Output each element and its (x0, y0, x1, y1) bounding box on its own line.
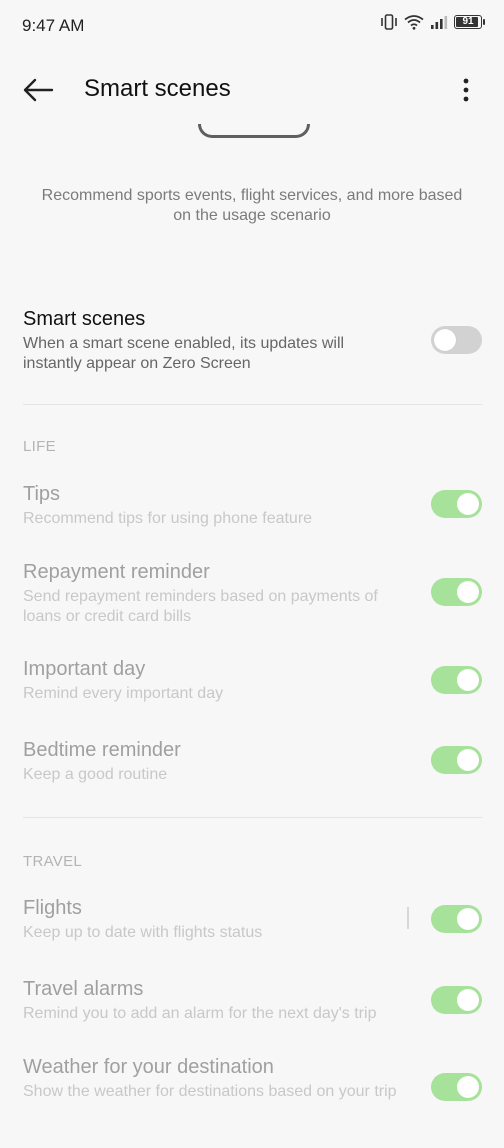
setting-item-title: Bedtime reminder (23, 739, 181, 761)
setting-item-title: Important day (23, 658, 146, 680)
travel-alarms-toggle[interactable] (431, 986, 482, 1014)
weather-destination-toggle[interactable] (431, 1073, 482, 1101)
setting-item-important-day[interactable]: Important day Remind every important day (23, 656, 482, 704)
wifi-icon (404, 14, 424, 30)
setting-item-title: Travel alarms (23, 978, 144, 1000)
tips-toggle[interactable] (431, 490, 482, 518)
divider (23, 404, 482, 405)
smart-scenes-setting[interactable]: Smart scenes When a smart scene enabled,… (23, 306, 482, 386)
intro-text: Recommend sports events, flight services… (41, 187, 463, 224)
setting-item-description: Send repayment reminders based on paymen… (23, 588, 378, 625)
repayment-reminder-toggle[interactable] (431, 578, 482, 606)
signal-icon (430, 14, 448, 30)
more-options-button[interactable] (450, 72, 482, 108)
setting-item-title: Tips (23, 483, 61, 505)
setting-item-description: Remind you to add an alarm for the next … (23, 1005, 377, 1022)
vibrate-icon (380, 14, 398, 30)
status-icons: 91 (380, 14, 485, 30)
setting-item-bedtime-reminder[interactable]: Bedtime reminder Keep a good routine (23, 737, 482, 785)
setting-item-description: Remind every important day (23, 685, 224, 702)
setting-item-title: Repayment reminder (23, 561, 210, 583)
smart-scenes-title: Smart scenes (23, 308, 146, 330)
setting-item-title: Weather for your destination (23, 1056, 274, 1078)
scrollbar (407, 907, 409, 929)
setting-item-description: Show the weather for destinations based … (23, 1083, 397, 1100)
setting-item-travel-alarms[interactable]: Travel alarms Remind you to add an alarm… (23, 976, 482, 1024)
setting-item-description: Recommend tips for using phone feature (23, 510, 313, 527)
back-button[interactable] (18, 72, 58, 108)
important-day-toggle[interactable] (431, 666, 482, 694)
setting-item-description: Keep up to date with flights status (23, 924, 263, 941)
smart-scenes-description: When a smart scene enabled, its updates … (23, 335, 345, 372)
app-bar: Smart scenes (0, 60, 504, 120)
setting-item-repayment-reminder[interactable]: Repayment reminder Send repayment remind… (23, 559, 482, 627)
more-vertical-icon (463, 78, 469, 102)
setting-item-description: Keep a good routine (23, 766, 168, 783)
page-title: Smart scenes (84, 75, 231, 102)
setting-item-weather-destination[interactable]: Weather for your destination Show the we… (23, 1054, 482, 1102)
section-label-life: LIFE (23, 438, 56, 455)
setting-item-flights[interactable]: Flights Keep up to date with flights sta… (23, 895, 482, 943)
battery-icon: 91 (454, 15, 485, 29)
setting-item-title: Flights (23, 897, 82, 919)
divider (23, 817, 482, 818)
status-time: 9:47 AM (22, 16, 85, 35)
bedtime-reminder-toggle[interactable] (431, 746, 482, 774)
status-bar: 9:47 AM 91 (0, 0, 504, 50)
section-label-travel: TRAVEL (23, 853, 83, 870)
preview-illustration (198, 124, 310, 138)
flights-toggle[interactable] (431, 905, 482, 933)
setting-item-tips[interactable]: Tips Recommend tips for using phone feat… (23, 481, 482, 529)
smart-scenes-toggle[interactable] (431, 326, 482, 354)
battery-level-text: 91 (462, 16, 474, 27)
arrow-left-icon (23, 78, 54, 102)
